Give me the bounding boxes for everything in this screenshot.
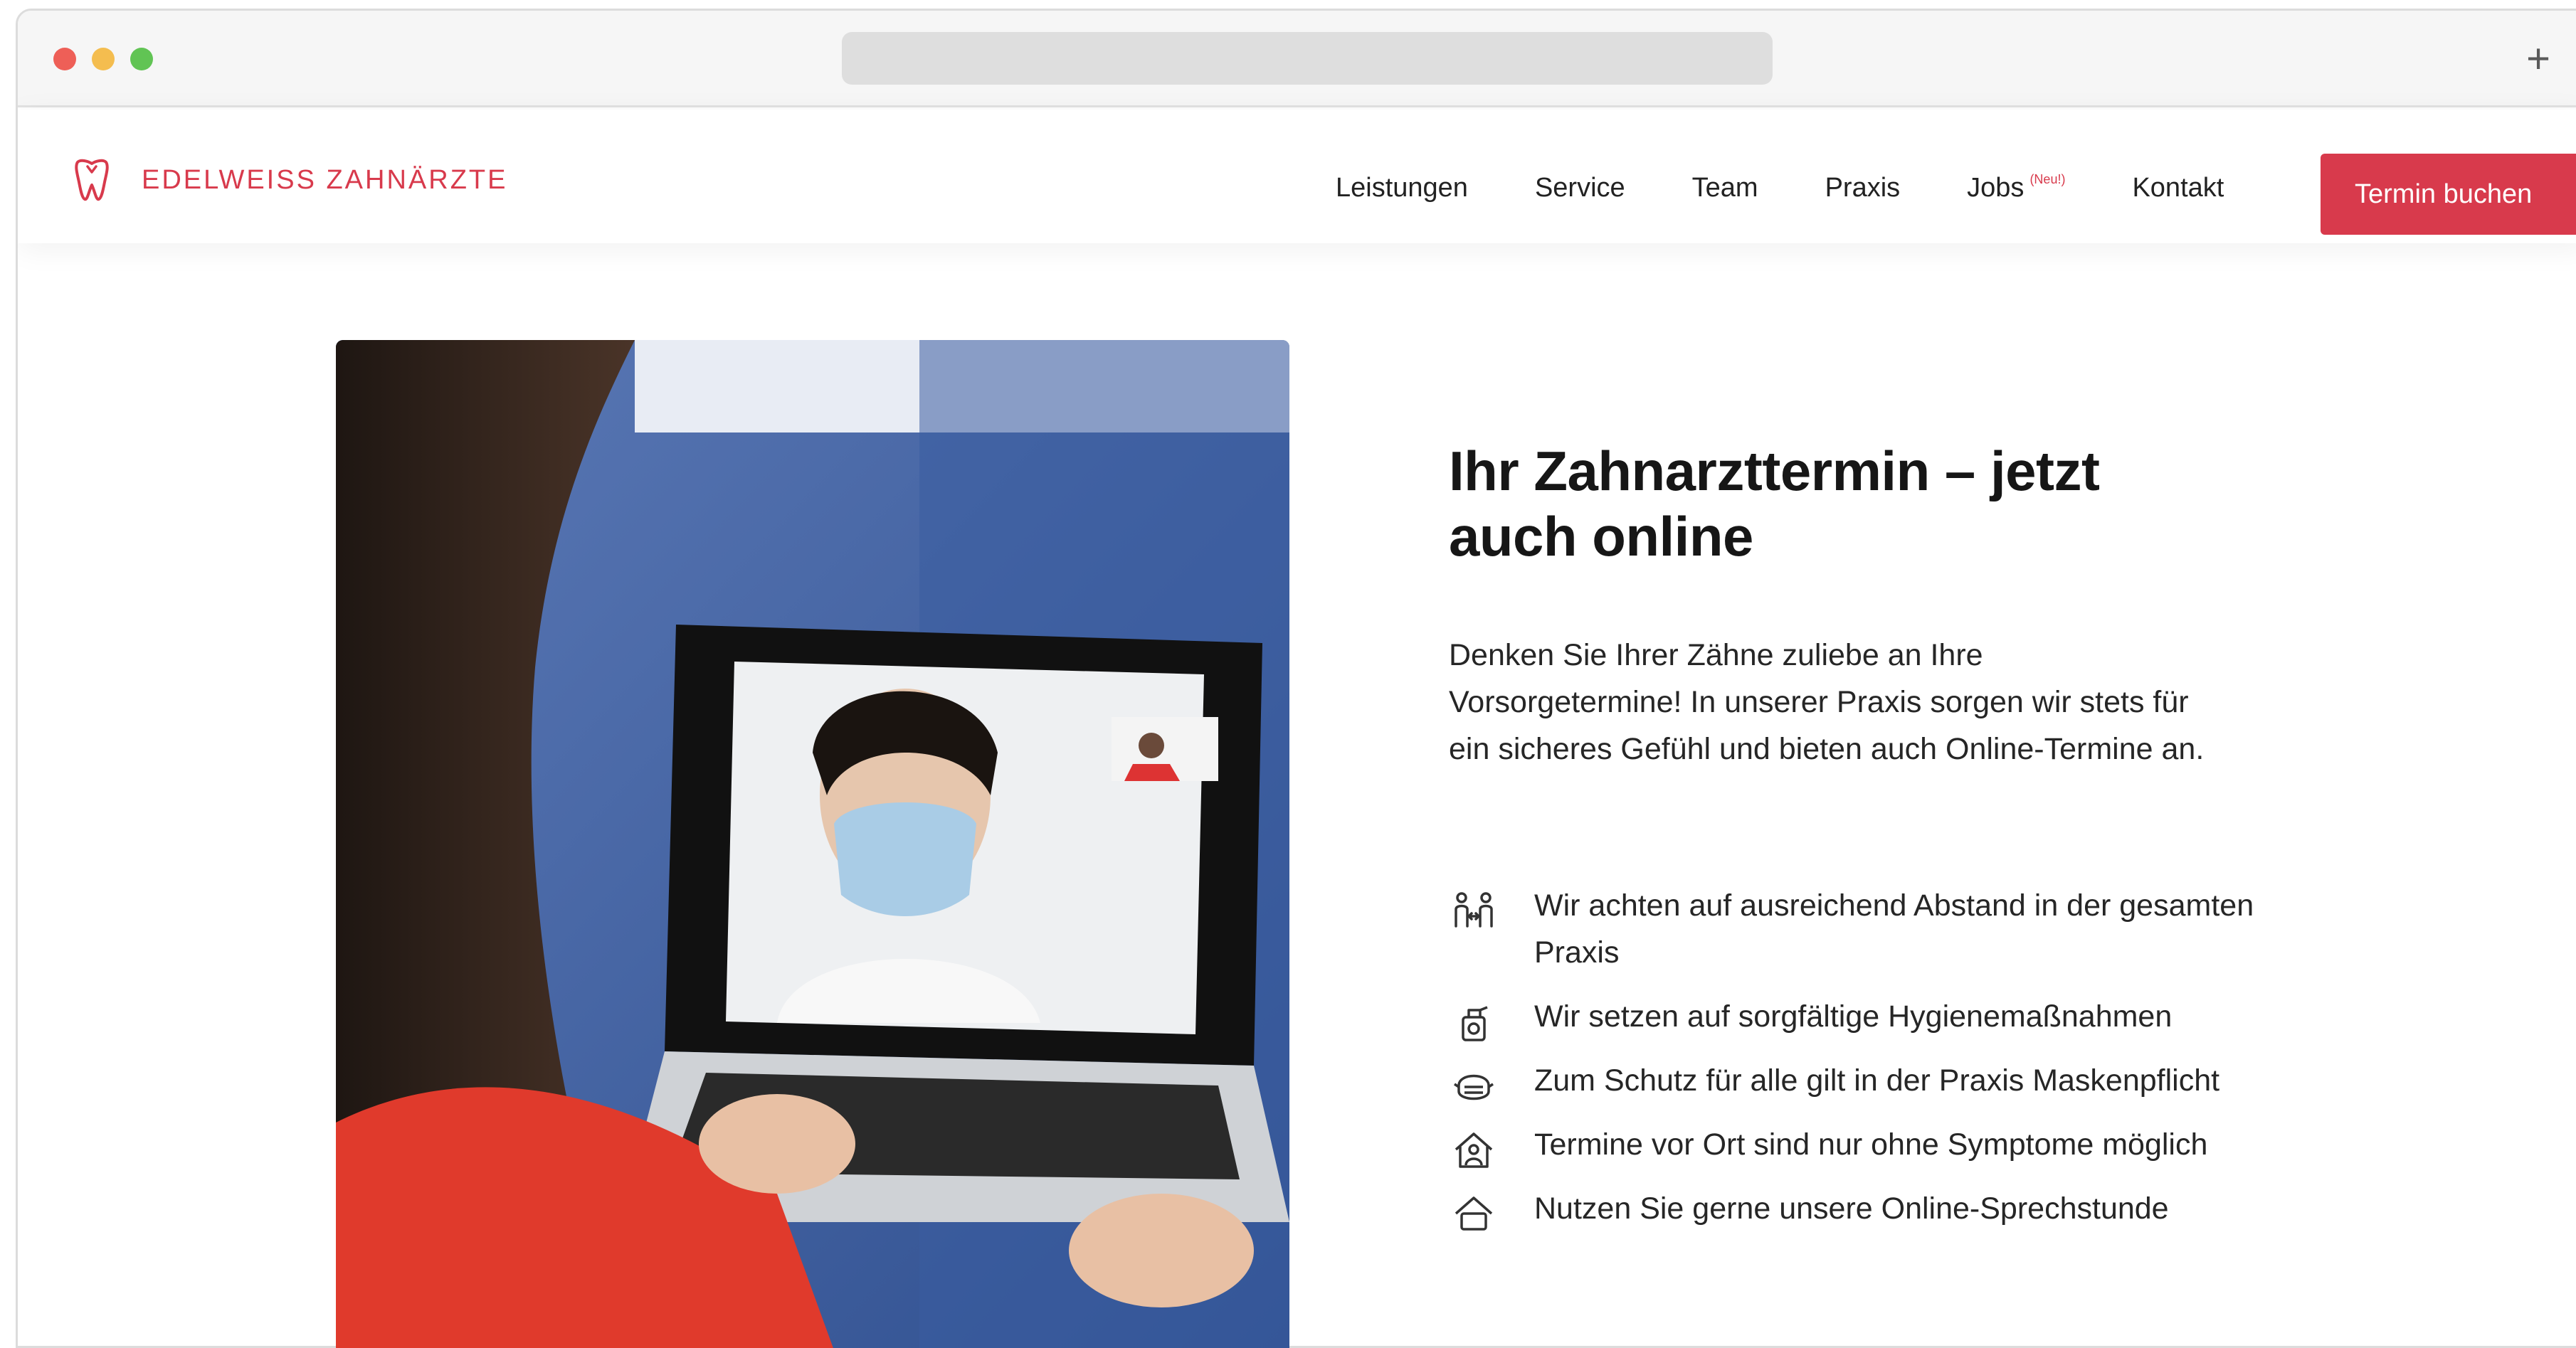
intro-text: Denken Sie Ihrer Zähne zuliebe an Ihre V… — [1449, 638, 2205, 766]
mask-icon — [1453, 1066, 1494, 1107]
nav-item-praxis[interactable]: Praxis — [1825, 173, 1901, 203]
disinfectant-icon — [1453, 1002, 1494, 1043]
feature-list: Wir achten auf ausreichend Abstand in de… — [1449, 882, 2260, 1249]
main-content: Ihr Zahnarzttermin – jetzt auch online D… — [1449, 438, 2232, 773]
nav-item-service[interactable]: Service — [1535, 173, 1625, 203]
new-tab-button[interactable]: + — [2518, 38, 2558, 80]
list-item: Termine vor Ort sind nur ohne Symptome m… — [1449, 1121, 2260, 1168]
nav-item-kontakt[interactable]: Kontakt — [2132, 173, 2224, 203]
book-appointment-button[interactable]: Termin buchen — [2321, 154, 2576, 235]
logo[interactable]: EDELWEISS ZAHNÄRZTE — [73, 158, 507, 202]
minimize-window-button[interactable] — [92, 48, 115, 70]
distance-icon — [1453, 891, 1494, 932]
home-person-icon — [1453, 1130, 1494, 1171]
list-item: Wir setzen auf sorgfältige Hygienemaßnah… — [1449, 993, 2260, 1043]
list-item: Zum Schutz für alle gilt in der Praxis M… — [1449, 1057, 2260, 1104]
feature-text: Wir setzen auf sorgfältige Hygienemaßnah… — [1534, 999, 2173, 1034]
main-nav: Leistungen Service Team Praxis Jobs (Neu!… — [1336, 172, 2291, 203]
address-bar[interactable] — [842, 32, 1773, 85]
list-item: Nutzen Sie gerne unsere Online-Sprechstu… — [1449, 1185, 2260, 1232]
feature-text: Zum Schutz für alle gilt in der Praxis M… — [1534, 1063, 2220, 1098]
close-window-button[interactable] — [53, 48, 76, 70]
logo-text: EDELWEISS ZAHNÄRZTE — [142, 164, 508, 195]
tooth-icon — [75, 159, 109, 201]
browser-toolbar: + — [18, 11, 2576, 107]
feature-text: Nutzen Sie gerne unsere Online-Sprechstu… — [1534, 1192, 2169, 1226]
new-badge: (Neu!) — [2029, 172, 2066, 186]
feature-text: Wir achten auf ausreichend Abstand in de… — [1534, 888, 2254, 970]
video-consult-icon — [1453, 1194, 1494, 1235]
site-header: EDELWEISS ZAHNÄRZTE Leistungen Service T… — [18, 110, 2576, 243]
nav-item-jobs-label: Jobs — [1967, 173, 2025, 203]
feature-text: Termine vor Ort sind nur ohne Symptome m… — [1534, 1127, 2208, 1162]
hero-photo-video-call — [336, 340, 1289, 1348]
list-item: Wir achten auf ausreichend Abstand in de… — [1449, 882, 2260, 976]
nav-item-team[interactable]: Team — [1692, 173, 1758, 203]
maximize-window-button[interactable] — [130, 48, 153, 70]
nav-item-jobs[interactable]: Jobs (Neu!) — [1967, 172, 2065, 203]
nav-item-leistungen[interactable]: Leistungen — [1336, 173, 1468, 203]
page-title: Ihr Zahnarzttermin – jetzt auch online — [1449, 440, 2100, 568]
